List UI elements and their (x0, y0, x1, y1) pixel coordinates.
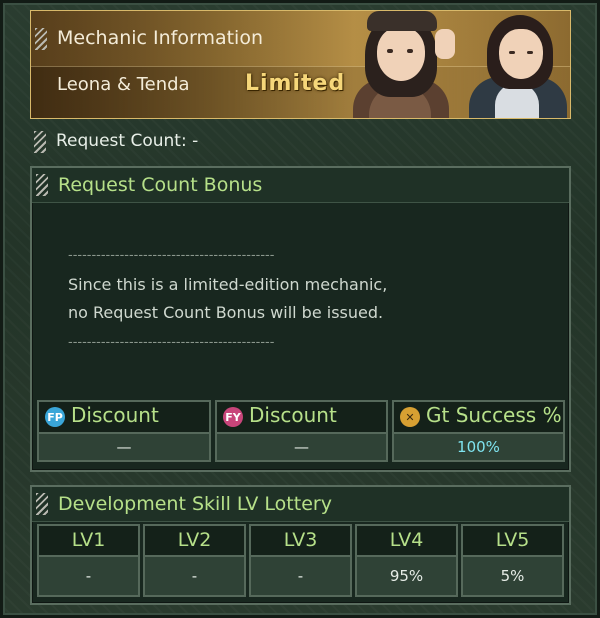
request-count-label: Request Count: - (56, 131, 199, 151)
window-frame: Mechanic Information Leona & Tenda Limit… (0, 0, 600, 618)
fp-discount-box: FP Discount — (37, 400, 211, 462)
fy-discount-value: — (217, 434, 386, 460)
fp-discount-label: Discount (71, 403, 159, 427)
lv4-value: 95% (357, 557, 456, 595)
fy-discount-box: FY Discount — (215, 400, 388, 462)
lv3-label: LV3 (251, 526, 350, 557)
skill-lottery-panel: Development Skill LV Lottery LV1 - LV2 -… (30, 485, 571, 605)
lv4-box: LV4 95% (355, 524, 458, 597)
gt-success-label: Gt Success % (426, 403, 562, 427)
lv3-value: - (251, 557, 350, 595)
fy-coin-icon: FY (223, 407, 243, 427)
gt-success-value: 100% (394, 434, 563, 460)
mechanic-name: Leona & Tenda (57, 74, 190, 95)
request-count-row: Request Count: - (30, 128, 570, 156)
lv5-value: 5% (463, 557, 562, 595)
panel-title: Request Count Bonus (58, 174, 263, 196)
divider-top: ----------------------------------------… (68, 248, 275, 263)
hatch-marker (35, 28, 47, 50)
wrench-hammer-icon: ✕ (400, 407, 420, 427)
section-title: Mechanic Information (57, 27, 264, 49)
lv4-label: LV4 (357, 526, 456, 557)
lv5-label: LV5 (463, 526, 562, 557)
fp-discount-value: — (39, 434, 209, 460)
lv2-value: - (145, 557, 244, 595)
leona-portrait (341, 11, 461, 118)
lv5-box: LV5 5% (461, 524, 564, 597)
notice-line-1: Since this is a limited-edition mechanic… (68, 275, 388, 294)
hatch-marker (34, 131, 46, 153)
hatch-marker (36, 493, 48, 515)
panel-header: Request Count Bonus (32, 168, 569, 203)
lv1-label: LV1 (39, 526, 138, 557)
divider-bottom: ----------------------------------------… (68, 335, 275, 350)
hatch-marker (36, 174, 48, 196)
fy-discount-label: Discount (249, 403, 337, 427)
gt-success-box: ✕ Gt Success % 100% (392, 400, 565, 462)
lv1-value: - (39, 557, 138, 595)
request-count-bonus-panel: Request Count Bonus --------------------… (30, 166, 571, 472)
limited-badge: Limited (245, 71, 346, 96)
panel-title: Development Skill LV Lottery (58, 493, 332, 515)
lv2-box: LV2 - (143, 524, 246, 597)
notice-line-2: no Request Count Bonus will be issued. (68, 303, 384, 322)
lv2-label: LV2 (145, 526, 244, 557)
mechanic-banner: Mechanic Information Leona & Tenda Limit… (30, 10, 571, 119)
panel-header: Development Skill LV Lottery (32, 487, 569, 522)
fp-coin-icon: FP (45, 407, 65, 427)
lv1-box: LV1 - (37, 524, 140, 597)
lv3-box: LV3 - (249, 524, 352, 597)
tenda-portrait (461, 11, 570, 118)
